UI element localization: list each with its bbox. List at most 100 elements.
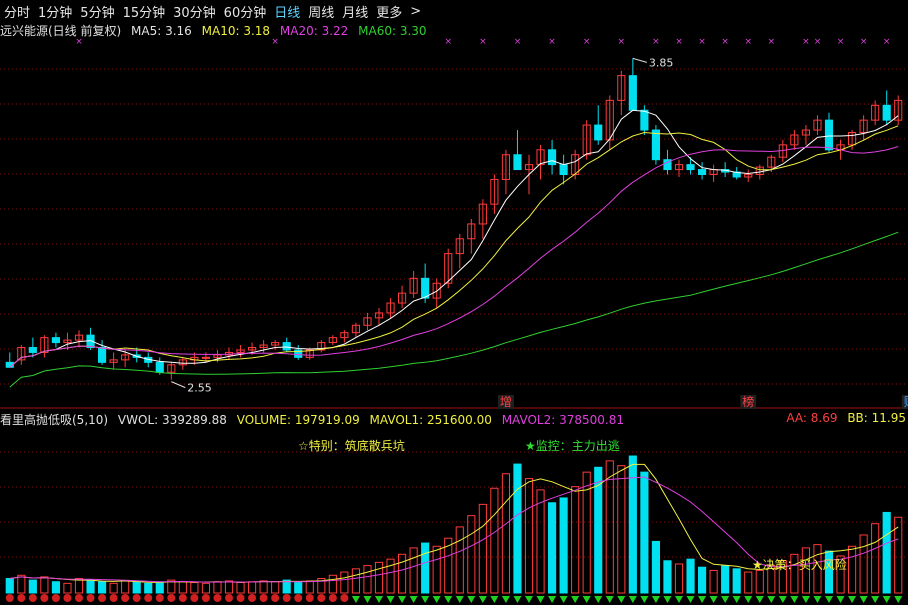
bottom-signal-triangle-76 (882, 596, 891, 603)
candle-body-56 (651, 129, 660, 161)
volume-bar-11 (132, 581, 141, 594)
note-monitor: ★监控：主力出逃 (525, 439, 620, 453)
bottom-signal-dot-16 (190, 594, 199, 602)
volume-bar-41 (478, 503, 487, 594)
volume-bar-47 (548, 502, 557, 594)
bottom-signal-triangle-46 (536, 596, 545, 603)
volume-bar-49 (571, 486, 580, 594)
bottom-signal-triangle-56 (651, 596, 660, 603)
bottom-signal-triangle-42 (490, 596, 499, 603)
volume-bar-64 (744, 571, 753, 594)
signal-marker-74: × (860, 37, 868, 47)
volume-bar-17 (201, 582, 211, 594)
volume-bar-30 (351, 568, 361, 594)
bottom-signal-triangle-44 (513, 596, 522, 603)
bottom-signal-dot-8 (98, 594, 107, 602)
ma20-line (9, 146, 899, 368)
volume-bar-55 (640, 471, 649, 594)
bottom-signal-triangle-65 (755, 596, 764, 603)
signal-marker-38: × (444, 37, 452, 47)
bottom-signal-dot-17 (201, 594, 210, 602)
bottom-signal-dot-13 (155, 594, 164, 602)
volume-bar-54 (628, 455, 637, 594)
bottom-signal-triangle-48 (559, 596, 568, 603)
volume-bar-0 (5, 577, 14, 594)
signal-marker-69: × (802, 37, 810, 47)
volume-bar-65 (755, 569, 764, 594)
volume-bar-15 (178, 581, 187, 594)
bottom-signal-triangle-58 (675, 596, 683, 603)
bottom-signal-triangle-30 (351, 596, 360, 603)
bottom-signal-triangle-47 (548, 596, 557, 603)
volume-bar-75 (871, 523, 880, 594)
volume-bar-35 (409, 547, 418, 594)
bottom-signal-triangle-45 (525, 596, 533, 603)
volume-bar-25 (294, 582, 303, 594)
bottom-signal-triangle-64 (744, 596, 753, 603)
bottom-signal-triangle-61 (709, 596, 718, 603)
bottom-signal-dot-10 (121, 594, 130, 602)
bottom-signal-triangle-74 (859, 596, 868, 603)
signal-marker-53: × (618, 37, 626, 47)
bottom-signal-dot-18 (213, 594, 222, 602)
volume-bar-56 (651, 540, 660, 594)
signal-marker-64: × (744, 37, 752, 47)
volume-bar-46 (536, 489, 545, 594)
bottom-signal-dot-7 (86, 594, 95, 602)
ma10-line (9, 125, 899, 368)
ma5-line (9, 109, 899, 368)
candle-body-59 (686, 164, 695, 171)
bottom-signal-dot-2 (28, 594, 37, 602)
bottom-signal-triangle-73 (848, 596, 857, 603)
high-label: 3.85 (649, 56, 674, 69)
bottom-signal-triangle-71 (825, 596, 833, 603)
candle-body-44 (513, 154, 522, 171)
bottom-signal-triangle-51 (594, 596, 603, 603)
note-special: ☆特别：筑底散兵坑 (298, 439, 405, 453)
bottom-signal-dot-28 (328, 594, 337, 602)
candle-body-48 (559, 164, 568, 176)
volume-bar-9 (109, 582, 118, 594)
volume-bar-20 (236, 582, 245, 594)
bottom-signal-dot-9 (109, 594, 118, 602)
volume-bar-16 (190, 582, 199, 594)
bottom-signal-dot-20 (236, 594, 245, 602)
bottom-signal-dot-21 (248, 594, 257, 602)
volume-bar-7 (86, 579, 95, 594)
volume-bar-29 (340, 571, 349, 594)
bottom-signal-triangle-72 (836, 596, 845, 603)
bottom-signal-triangle-37 (432, 596, 441, 603)
volume-bar-53 (617, 465, 626, 594)
bottom-signal-triangle-54 (628, 596, 637, 603)
low-pointer (171, 381, 186, 389)
volume-bar-36 (421, 542, 430, 594)
bottom-signal-triangle-53 (617, 596, 626, 603)
bottom-signal-triangle-62 (721, 596, 730, 603)
note-decision: ★决策：买入风险 (752, 558, 847, 572)
bottom-signal-dot-27 (317, 594, 326, 602)
volume-bar-39 (455, 526, 464, 594)
bottom-signal-triangle-59 (686, 596, 695, 603)
bottom-signal-triangle-43 (501, 596, 510, 603)
event-tag-1: 榜 (742, 394, 754, 409)
volume-bar-28 (328, 574, 337, 594)
bottom-signal-dot-12 (144, 594, 153, 602)
volume-bar-34 (398, 553, 407, 594)
signal-marker-60: × (698, 37, 706, 47)
volume-bar-10 (121, 580, 130, 594)
candle-body-54 (628, 75, 637, 111)
signal-marker-66: × (768, 37, 776, 47)
volume-bar-23 (271, 581, 280, 594)
volume-bar-52 (605, 460, 614, 594)
bottom-signal-triangle-63 (732, 596, 741, 603)
bottom-signal-triangle-49 (571, 596, 580, 603)
bottom-signal-dot-3 (40, 594, 49, 602)
bottom-signal-triangle-60 (698, 596, 707, 603)
volume-bar-33 (386, 558, 395, 594)
kline-chart[interactable]: ×××××××××××××××××××3.852.55增榜财 (0, 0, 908, 605)
volume-bar-48 (559, 497, 568, 594)
bottom-signal-triangle-34 (398, 596, 407, 603)
bottom-signal-triangle-41 (478, 596, 487, 603)
signal-marker-62: × (721, 37, 729, 47)
bottom-signal-triangle-39 (455, 596, 464, 603)
